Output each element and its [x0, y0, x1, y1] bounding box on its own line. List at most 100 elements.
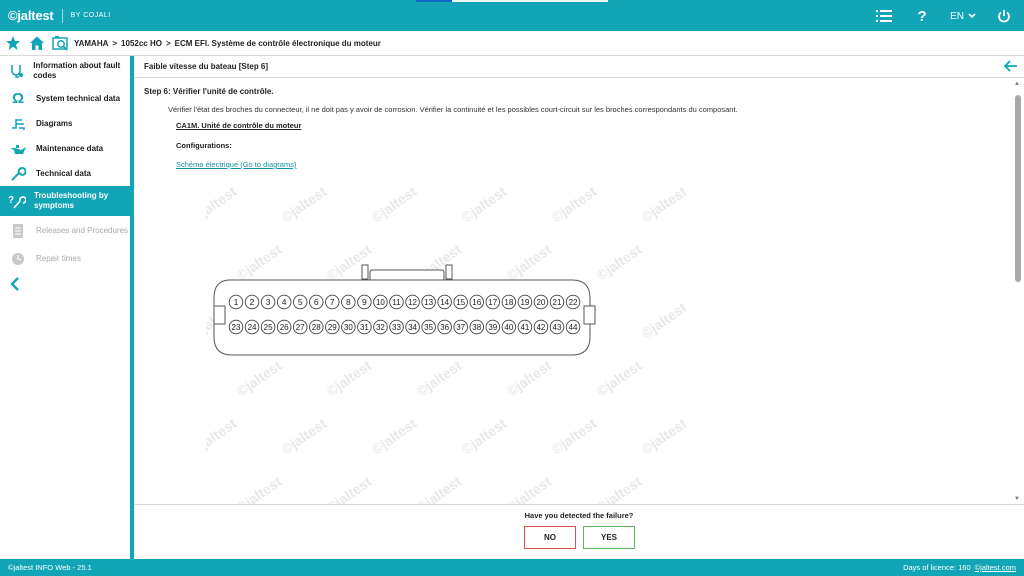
- top-toolbar: ? EN: [874, 6, 1014, 26]
- pin-label: 14: [440, 298, 449, 307]
- star-icon[interactable]: [4, 34, 22, 52]
- connector-pin: 43: [549, 319, 565, 335]
- connector-pin: 1: [228, 294, 244, 310]
- sidebar-item-label: Troubleshooting by symptoms: [34, 191, 109, 210]
- watermark-text: ©jaltest: [234, 357, 285, 399]
- question-text: Have you detected the failure?: [524, 511, 634, 520]
- pin-label: 18: [504, 298, 513, 307]
- connector-pin: 14: [437, 294, 452, 310]
- watermark-text: ©jaltest: [594, 241, 645, 283]
- connector-pin: 32: [373, 319, 388, 335]
- connector-pin: 40: [501, 319, 517, 335]
- watermark-text: ©jaltest: [684, 357, 686, 399]
- no-button[interactable]: NO: [524, 526, 576, 549]
- version-label: ©jaltest INFO Web - 25.1: [8, 563, 92, 572]
- watermark-text: ©jaltest: [414, 473, 465, 504]
- sidebar-item-technical-data[interactable]: Technical data: [0, 161, 130, 186]
- pin-label: 7: [330, 297, 335, 307]
- connector-pin: 17: [485, 294, 501, 310]
- connector-pin: 3: [260, 294, 276, 310]
- language-selector[interactable]: EN: [950, 11, 976, 22]
- sidebar-item-label: Releases and Procedures: [36, 226, 129, 235]
- watermark-text: ©jaltest: [549, 415, 600, 457]
- list-icon[interactable]: [874, 6, 894, 26]
- footer-right: Days of licence: 160 ©jaltest.com: [903, 563, 1016, 572]
- pin-label: 44: [569, 323, 578, 332]
- pin-label: 4: [282, 297, 287, 307]
- breadcrumb-separator: >: [165, 38, 171, 48]
- connector-pin: 10: [373, 294, 388, 310]
- pin-label: 33: [392, 323, 401, 332]
- connector-pin: 25: [260, 319, 276, 335]
- sidebar-item-fault-codes[interactable]: Information about fault codes: [0, 56, 130, 86]
- connector-pin: 24: [244, 319, 260, 335]
- wrench-icon: [8, 166, 28, 182]
- connector-body: [213, 264, 596, 356]
- pin-label: 19: [520, 298, 529, 307]
- watermark-text: ©jaltest: [684, 241, 686, 283]
- pin-label: 32: [376, 323, 385, 332]
- pin-label: 5: [298, 297, 303, 307]
- component-name: CA1M. Unité de contrôle du moteur: [176, 121, 302, 130]
- scroll-down-arrow[interactable]: ▼: [1014, 496, 1020, 502]
- arrow-left-icon: [1003, 59, 1017, 72]
- pin-label: 38: [472, 323, 481, 332]
- pin-label: 27: [296, 323, 305, 332]
- sidebar-item-system-technical-data[interactable]: Ω System technical data: [0, 86, 130, 111]
- power-icon[interactable]: [994, 6, 1014, 26]
- footer: ©jaltest INFO Web - 25.1 Days of licence…: [0, 559, 1024, 576]
- connector-pin: 31: [357, 319, 372, 335]
- connector-pin: 12: [405, 294, 420, 310]
- breadcrumb-item-brand[interactable]: YAMAHA: [74, 39, 108, 48]
- pin-label: 43: [553, 323, 562, 332]
- watermark-text: ©jaltest: [234, 473, 285, 504]
- diagram-icon: [8, 116, 28, 132]
- jaltest-website-link[interactable]: ©jaltest.com: [975, 563, 1016, 572]
- fault-codes-icon: [8, 63, 25, 79]
- brand: ©jaltest BY COJALI: [8, 8, 111, 23]
- sidebar-item-releases: Releases and Procedures: [0, 216, 130, 246]
- connector-diagram: ©jaltest ©jaltest ©jaltest ©jaltest ©jaltest…: [206, 187, 686, 504]
- connector-pin: 18: [501, 294, 517, 310]
- pin-label: 36: [440, 323, 449, 332]
- breadcrumb-separator: >: [112, 38, 118, 48]
- yes-button[interactable]: YES: [583, 526, 635, 549]
- connector-pin: 29: [325, 319, 340, 335]
- cojali-label: BY COJALI: [70, 12, 111, 19]
- scroll-up-arrow[interactable]: ▲: [1014, 81, 1020, 87]
- pin-label: 17: [488, 298, 497, 307]
- scrollbar[interactable]: ▲ ▼: [1012, 79, 1024, 504]
- go-to-diagrams-link[interactable]: Schéma électrique (Go to diagrams): [176, 160, 296, 169]
- watermark-text: ©jaltest: [206, 415, 240, 457]
- home-icon[interactable]: [28, 34, 46, 52]
- watermark-text: ©jaltest: [459, 415, 510, 457]
- watermark-text: ©jaltest: [369, 415, 420, 457]
- pin-label: 9: [362, 297, 367, 307]
- pin-label: 10: [376, 298, 385, 307]
- scroll-thumb[interactable]: [1015, 95, 1021, 282]
- connector-pin: 20: [533, 294, 549, 310]
- collapse-sidebar-button[interactable]: [0, 271, 130, 297]
- connector-pin: 8: [341, 294, 356, 310]
- pin-label: 11: [392, 298, 401, 307]
- connector-pin: 4: [276, 294, 292, 310]
- pin-label: 25: [264, 323, 273, 332]
- help-icon[interactable]: ?: [912, 6, 932, 26]
- sidebar-item-diagrams[interactable]: Diagrams: [0, 111, 130, 136]
- sidebar-item-label: System technical data: [36, 93, 121, 103]
- pin-label: 37: [456, 323, 465, 332]
- vehicle-search-icon[interactable]: [52, 34, 70, 52]
- sidebar-item-label: Technical data: [36, 168, 91, 178]
- breadcrumb-item-model[interactable]: 1052cc HO: [121, 39, 162, 48]
- watermark-text: ©jaltest: [504, 357, 555, 399]
- breadcrumb-item-system[interactable]: ECM EFI. Système de contrôle électroniqu…: [175, 39, 381, 48]
- sidebar-item-troubleshooting[interactable]: ? Troubleshooting by symptoms: [0, 186, 130, 216]
- back-button[interactable]: [1003, 59, 1018, 75]
- top-bar: ©jaltest BY COJALI ? EN: [0, 0, 1024, 31]
- watermark-text: ©jaltest: [594, 473, 645, 504]
- connector-pin: 26: [276, 319, 292, 335]
- sidebar-item-maintenance-data[interactable]: Maintenance data: [0, 136, 130, 161]
- pin-label: 15: [456, 298, 465, 307]
- chevron-down-icon: [968, 13, 976, 19]
- clock-icon: [8, 251, 28, 267]
